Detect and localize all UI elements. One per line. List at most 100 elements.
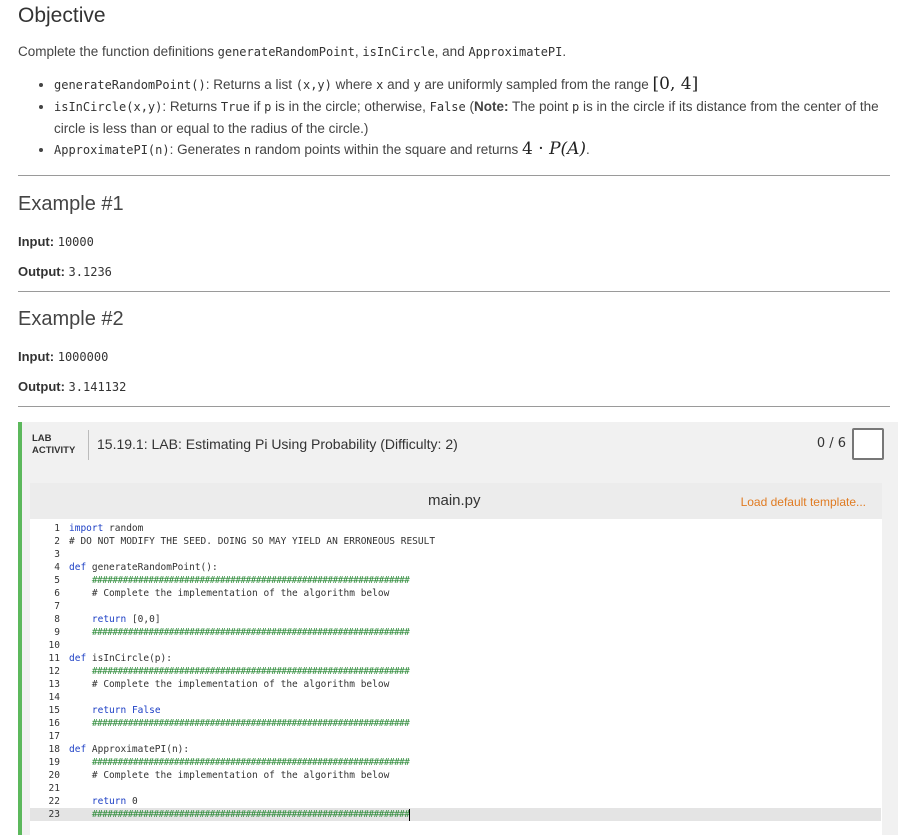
output-value: 3.141132	[68, 380, 127, 394]
lab-separator	[88, 430, 89, 460]
code-area[interactable]: 1 import random 2 # DO NOT MODIFY THE SEED.…	[30, 520, 882, 835]
code-comment: # DO NOT MODIFY THE SEED. DOING SO MAY Y…	[69, 536, 436, 547]
code-hash-rule: ########################################…	[91, 809, 410, 820]
bullet-text: random points within the square and retu…	[251, 142, 523, 157]
code-text: return [0,0]	[69, 613, 161, 626]
code-token: ApproximatePI(n):	[86, 744, 190, 755]
line-number: 4	[54, 562, 60, 573]
line-number: 20	[48, 770, 60, 781]
code-keyword: return	[91, 796, 127, 807]
example-2-input: Input: 1000000	[18, 349, 108, 364]
input-label: Input:	[18, 349, 55, 364]
code-text: # DO NOT MODIFY THE SEED. DOING SO MAY Y…	[69, 535, 435, 548]
code-keyword: def	[69, 653, 87, 664]
bullet-text: : Returns a list	[205, 77, 296, 92]
line-number: 14	[48, 692, 60, 703]
lab-tag-line: LAB	[32, 433, 52, 444]
bullet-generate-random-point: generateRandomPoint(): Returns a list (x…	[54, 74, 904, 96]
bullet-code: True	[220, 100, 250, 114]
code-hash-rule: ########################################…	[91, 666, 410, 677]
code-keyword: return	[91, 705, 127, 716]
fn-approximate-pi: ApproximatePI	[468, 45, 563, 59]
code-text: ########################################…	[69, 574, 410, 587]
page-title: Objective	[18, 4, 106, 27]
line-number: 10	[48, 640, 60, 651]
bullet-text: and	[383, 77, 414, 92]
input-value: 10000	[57, 235, 94, 249]
lab-tag-line: ACTIVITY	[32, 445, 76, 456]
bullet-text: : Returns	[162, 99, 221, 114]
formula-math: 4 ·	[522, 139, 550, 159]
bullet-approximate-pi: ApproximatePI(n): Generates n random poi…	[54, 139, 904, 161]
bullet-code: ApproximatePI(n)	[54, 143, 170, 157]
code-text: def ApproximatePI(n):	[69, 743, 189, 756]
code-text: # Complete the implementation of the alg…	[69, 587, 389, 600]
code-text: ########################################…	[69, 626, 410, 639]
line-number: 6	[54, 588, 60, 599]
input-label: Input:	[18, 234, 55, 249]
formula-math: P(A)	[549, 139, 587, 159]
code-token: random	[103, 523, 144, 534]
code-text: ########################################…	[69, 756, 410, 769]
text-caret	[409, 808, 411, 821]
line-number: 7	[54, 601, 60, 612]
bullet-text: are uniformly sampled from the range	[420, 77, 653, 92]
line-number: 12	[48, 666, 60, 677]
bullet-text: The point	[508, 99, 573, 114]
output-label: Output:	[18, 379, 65, 394]
code-text: import random	[69, 522, 143, 535]
checkbox-icon	[852, 428, 884, 460]
code-text: ########################################…	[69, 717, 410, 730]
line-number: 16	[48, 718, 60, 729]
example-1-title: Example #1	[18, 193, 124, 215]
line-number: 9	[54, 627, 60, 638]
code-hash-rule: ########################################…	[91, 627, 410, 638]
bullet-text: .	[586, 142, 590, 157]
line-number: 1	[54, 523, 60, 534]
code-keyword: import	[69, 523, 104, 534]
divider	[18, 291, 890, 292]
bullet-text: is in the circle; otherwise,	[271, 99, 430, 114]
intro-suffix: .	[562, 44, 567, 59]
bullet-code: False	[429, 100, 466, 114]
load-default-template-link[interactable]: Load default template...	[741, 495, 866, 509]
code-comment: # Complete the implementation of the alg…	[69, 679, 390, 690]
range-math: [0, 4]	[652, 74, 699, 94]
code-text: return False	[69, 704, 161, 717]
code-hash-rule: ########################################…	[91, 718, 410, 729]
divider	[18, 175, 890, 176]
code-text: return 0	[69, 795, 138, 808]
line-number: 5	[54, 575, 60, 586]
intro-sep2: , and	[434, 44, 469, 59]
code-literal: False	[126, 705, 161, 716]
code-line[interactable]: 23 #####################################…	[30, 808, 881, 821]
line-number: 23	[48, 809, 60, 820]
code-token: 0	[126, 796, 138, 807]
code-token: [0,0]	[126, 614, 161, 625]
code-hash-rule: ########################################…	[91, 757, 410, 768]
example-1-output: Output: 3.1236	[18, 264, 112, 279]
bullet-code: y	[413, 78, 421, 92]
line-number: 15	[48, 705, 60, 716]
code-comment: # Complete the implementation of the alg…	[69, 588, 390, 599]
code-keyword: def	[69, 562, 87, 573]
line-number: 2	[54, 536, 60, 547]
code-text: # Complete the implementation of the alg…	[69, 678, 389, 691]
output-value: 3.1236	[68, 265, 112, 279]
bullet-is-in-circle: isInCircle(x,y): Returns True if p is in…	[54, 96, 904, 139]
fn-generate-random-point: generateRandomPoint	[217, 45, 355, 59]
file-bar: main.py Load default template...	[30, 483, 882, 519]
code-text: def generateRandomPoint():	[69, 561, 218, 574]
code-text: def isInCircle(p):	[69, 652, 172, 665]
line-number: 17	[48, 731, 60, 742]
line-number: 13	[48, 679, 60, 690]
code-token: isInCircle(p):	[86, 653, 172, 664]
bullet-text: where	[331, 77, 377, 92]
